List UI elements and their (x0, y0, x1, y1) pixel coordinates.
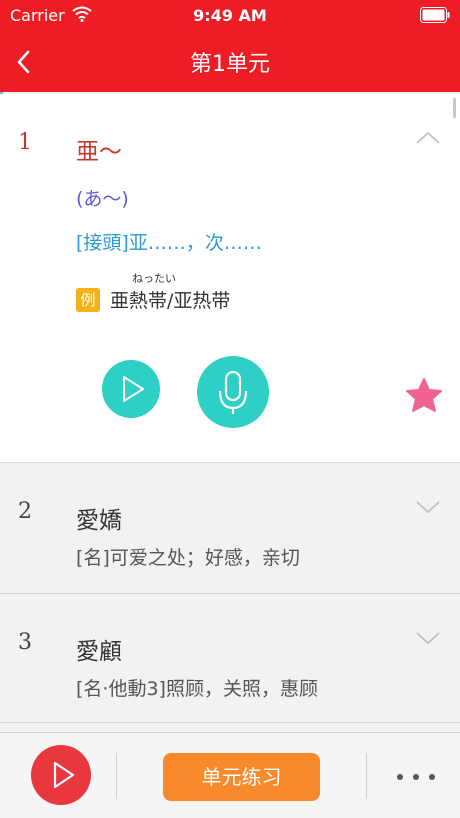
toolbar-divider (366, 753, 367, 799)
nav-bar: 第1单元 (0, 32, 460, 92)
entry-meaning: [名]可爱之处；好感，亲切 (76, 547, 300, 569)
app-screen: Carrier 9:49 AM 第1单元 1 亜～ (あ～) [接頭]亚……，次… (0, 0, 460, 818)
entry-meaning: [接頭]亚……，次…… (76, 232, 262, 254)
entry-card-1[interactable]: 1 亜～ (あ～) [接頭]亚……，次…… 例 ねったい 亜熱帯/亚热带 (0, 94, 460, 463)
toolbar-divider (116, 753, 117, 799)
chevron-down-icon[interactable] (414, 497, 442, 517)
status-bar: Carrier 9:49 AM (0, 0, 460, 32)
more-options-icon[interactable] (392, 759, 440, 795)
chevron-down-icon[interactable] (414, 628, 442, 648)
favorite-star-icon[interactable] (404, 376, 444, 416)
battery-icon (420, 7, 450, 23)
entry-number: 1 (18, 130, 32, 155)
entry-word: 亜～ (76, 139, 122, 165)
entry-number: 3 (18, 630, 32, 655)
entry-word: 愛顧 (76, 639, 122, 665)
entry-card-3[interactable]: 3 愛顧 [名·他動3]照顾，关照，惠顾 (0, 594, 460, 723)
record-mic-button[interactable] (197, 356, 269, 428)
unit-practice-button[interactable]: 单元练习 (163, 753, 320, 801)
entry-reading: (あ～) (76, 188, 129, 210)
example-text: 亜熱帯/亚热带 (110, 290, 231, 312)
entry-number: 2 (18, 499, 32, 524)
entry-word: 愛嬌 (76, 508, 122, 534)
status-time: 9:49 AM (193, 6, 267, 25)
play-all-button[interactable] (31, 745, 91, 805)
entry-card-2[interactable]: 2 愛嬌 [名]可爱之处；好感，亲切 (0, 463, 460, 594)
entry-meaning: [名·他動3]照顾，关照，惠顾 (76, 678, 318, 700)
scrollbar[interactable] (453, 98, 456, 118)
example-badge: 例 (76, 288, 100, 312)
example-sentence: ねったい 亜熱帯/亚热带 (110, 270, 230, 313)
page-title: 第1单元 (190, 52, 270, 77)
example-ruby: ねったい (132, 272, 176, 285)
play-audio-button[interactable] (102, 360, 160, 418)
bottom-toolbar: 单元练习 (0, 732, 460, 818)
chevron-up-icon[interactable] (414, 128, 442, 148)
